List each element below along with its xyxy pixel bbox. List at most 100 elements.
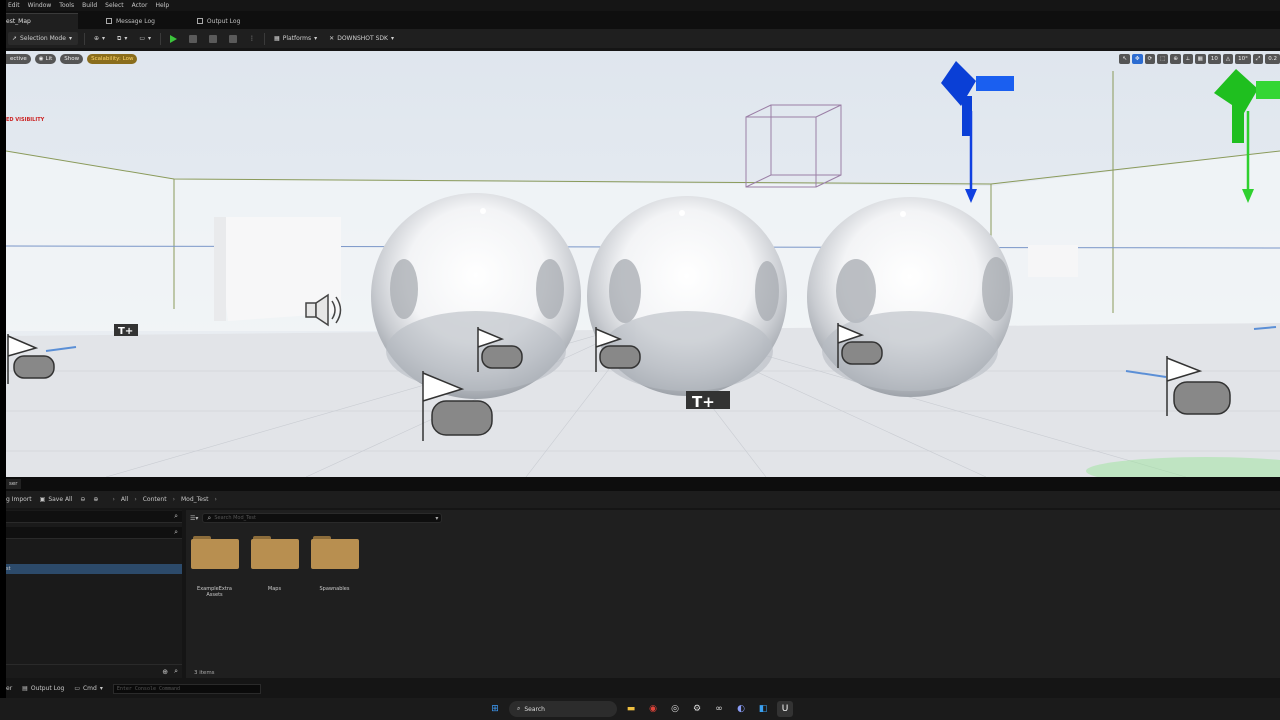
menu-edit[interactable]: Edit [6, 2, 26, 9]
console-command-input[interactable]: Enter Console Command [112, 683, 261, 694]
add-icon[interactable]: ⊕ [162, 668, 168, 676]
skip-button[interactable] [186, 32, 200, 45]
menu-actor[interactable]: Actor [130, 2, 154, 9]
tab-output-log[interactable]: Output Log [183, 13, 254, 29]
toolbar-separator [84, 32, 85, 45]
save-all-button[interactable]: ▣ Save All [40, 496, 73, 503]
add-actor-button[interactable]: ⊕ ▾ [91, 32, 108, 45]
folder-item[interactable]: ExampleExtra Assets [190, 536, 239, 598]
grid-snap-icon[interactable]: ▦ [1194, 54, 1206, 64]
console-placeholder: Enter Console Command [116, 685, 181, 692]
translate-icon[interactable]: ✥ [1131, 54, 1143, 64]
output-log-icon [196, 18, 203, 24]
show-button[interactable]: Show [60, 54, 84, 64]
favorites-search-field[interactable]: ⌕ [6, 511, 182, 523]
play-button[interactable] [167, 32, 180, 45]
rotation-snap-value[interactable]: 10° [1235, 54, 1251, 64]
folder-item[interactable]: Spawnables [310, 536, 359, 598]
world-icon[interactable]: ⊕ [1170, 54, 1181, 64]
svg-text:T+: T+ [118, 326, 133, 337]
scale-snap-icon[interactable]: ⤢ [1252, 54, 1264, 64]
lit-icon: ◉ [38, 56, 44, 62]
menu-help[interactable]: Help [153, 2, 175, 9]
terminal-icon: ▭ [74, 685, 80, 692]
import-button[interactable]: g Import [6, 496, 32, 503]
folder-name: Spawnables [319, 586, 350, 592]
content-browser-toolbar: g Import ▣ Save All ⊖ ⊕ › All › Content … [6, 491, 1280, 508]
tree-item[interactable] [6, 554, 182, 564]
perspective-button[interactable]: ective [6, 54, 31, 64]
folder-grid: ExampleExtra Assets Maps Spawnables [190, 536, 359, 598]
menu-build[interactable]: Build [80, 2, 103, 9]
windows-start-icon[interactable]: ⊞ [487, 701, 503, 717]
discord-icon[interactable]: ◐ [733, 701, 749, 717]
search-icon: ⌕ [517, 705, 521, 712]
github-icon[interactable]: ◎ [667, 701, 683, 717]
folder-item[interactable]: Maps [250, 536, 299, 598]
search-icon: ⌕ [174, 528, 178, 536]
select-mode-icon[interactable]: ↖ [1119, 54, 1130, 64]
downshot-sdk-dropdown[interactable]: ✕ DOWNSHOT SDK ▾ [326, 32, 397, 45]
grid-snap-value[interactable]: 10 [1207, 54, 1221, 64]
content-drawer-button[interactable]: er [6, 685, 12, 692]
tree-item-selected[interactable]: st [6, 564, 182, 574]
filter-button[interactable]: ☰▾ [190, 515, 198, 522]
menu-tools[interactable]: Tools [57, 2, 80, 9]
rotation-snap-icon[interactable]: ◬ [1222, 54, 1234, 64]
tree-search-field[interactable]: ⌕ [6, 527, 182, 539]
scalability-warning[interactable]: Scalability: Low [87, 54, 138, 64]
asset-search-input[interactable]: ⌕ Search Mod_Test ▾ [202, 513, 443, 523]
visibility-warning-text: ED VISIBILITY [6, 117, 45, 123]
content-browser-tab[interactable]: ser [6, 479, 21, 489]
platforms-icon: ▦ [274, 35, 280, 42]
stop-button[interactable] [206, 32, 220, 45]
chevron-down-icon: ▾ [99, 685, 103, 692]
menu-window[interactable]: Window [26, 2, 58, 9]
items-count: 3 items [194, 670, 215, 676]
tab-message-log[interactable]: Message Log [92, 13, 169, 29]
tab-label: Message Log [116, 17, 155, 25]
search-icon: ⌕ [207, 513, 212, 522]
breadcrumb-mod-test[interactable]: Mod_Test [181, 496, 208, 503]
platforms-dropdown[interactable]: ▦ Platforms ▾ [271, 32, 320, 45]
surface-snap-icon[interactable]: ⟂ [1182, 54, 1193, 64]
cmd-label: Cmd [82, 685, 97, 692]
chevron-down-icon: ▾ [68, 35, 72, 42]
breadcrumb: › All › Content › Mod_Test › [112, 496, 216, 503]
meta-icon[interactable]: ∞ [711, 701, 727, 717]
perspective-label: ective [10, 56, 27, 62]
breadcrumb-all[interactable]: All [121, 496, 128, 503]
selection-mode-dropdown[interactable]: ➚ Selection Mode ▾ [8, 32, 78, 45]
search-icon[interactable]: ⌕ [174, 667, 178, 676]
eject-button[interactable] [226, 32, 240, 45]
breadcrumb-content[interactable]: Content [143, 496, 167, 503]
chevron-down-icon: ▾ [390, 35, 394, 42]
visual-studio-code-icon[interactable]: ◧ [755, 701, 771, 717]
cmd-dropdown[interactable]: ▭ Cmd ▾ [74, 685, 103, 692]
rotate-icon[interactable]: ⟳ [1144, 54, 1156, 64]
level-viewport[interactable]: T+ T+ ective ◉ Lit Show Scalability: Low … [6, 51, 1280, 477]
chrome-icon[interactable]: ◉ [645, 701, 661, 717]
back-icon[interactable]: ⊖ [80, 496, 85, 503]
menu-select[interactable]: Select [103, 2, 130, 9]
taskbar-search[interactable]: ⌕ Search [509, 701, 617, 717]
unreal-editor-window: Edit Window Tools Build Select Actor Hel… [6, 0, 1280, 698]
document-tab-bar: est_Map Message Log Output Log [6, 11, 1280, 29]
scale-icon[interactable]: ⬚ [1157, 54, 1169, 64]
downshot-label: DOWNSHOT SDK [337, 35, 388, 42]
forward-icon[interactable]: ⊕ [93, 496, 98, 503]
file-explorer-icon[interactable]: ▬ [623, 701, 639, 717]
play-options-button[interactable]: ⋮ [246, 32, 258, 45]
eject-icon [229, 34, 238, 43]
scale-snap-value[interactable]: 0.2 [1265, 54, 1280, 64]
folder-name: Maps [267, 586, 282, 592]
play-icon [170, 34, 178, 43]
unreal-engine-icon[interactable]: U [777, 701, 793, 717]
output-log-button[interactable]: ▤ Output Log [22, 685, 64, 692]
tab-level-map[interactable]: est_Map [6, 13, 78, 29]
settings-icon[interactable]: ⚙ [689, 701, 705, 717]
stop-icon [209, 34, 218, 43]
lit-button[interactable]: ◉ Lit [34, 54, 57, 64]
blueprints-button[interactable]: ⧉ ▾ [114, 32, 130, 45]
cinematics-button[interactable]: ▭ ▾ [136, 32, 154, 45]
